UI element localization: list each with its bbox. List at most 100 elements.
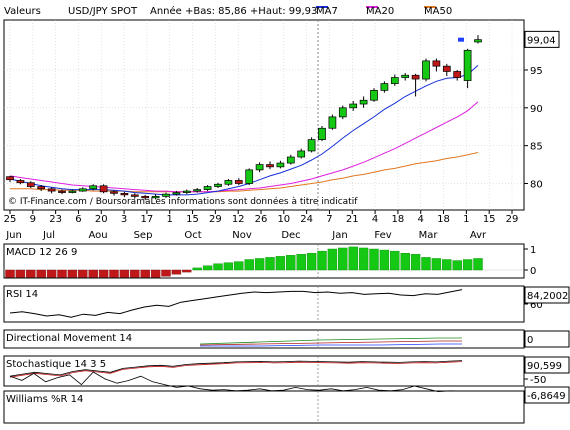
macd-bar-positive [192,267,202,271]
candle-up [182,190,191,193]
macd-bar-negative [98,269,109,278]
x-day-label: 24 [300,214,313,225]
stoch-last-value: 90,599 [527,361,562,372]
price-y-tick-label: 85 [530,142,543,153]
williams-y-tick-label: -50 [530,375,546,386]
candle-down [58,190,66,193]
macd-bar-negative [78,269,88,278]
macd-bar-positive [442,259,452,271]
x-month-label: Aou [88,230,107,241]
candle-up [318,127,326,140]
macd-bar-negative [119,269,130,278]
macd-bar-positive [348,246,358,271]
macd-bar-positive [431,258,442,271]
macd-bar-positive [421,257,431,271]
candle-down [411,74,420,80]
macd-bar-positive [327,248,338,271]
x-month-label: Dec [281,230,300,241]
candle-up [245,169,254,184]
macd-bar-positive [317,250,327,271]
candle-up [370,90,378,101]
candle-down [266,164,274,168]
macd-bar-positive [223,262,234,271]
macd-bar-positive [265,257,275,271]
candle-down [130,194,139,197]
macd-bar-positive [473,258,483,271]
x-day-label: 12 [232,214,245,225]
candle-up [401,74,410,78]
macd-bar-positive [452,260,462,271]
last-price-marker [458,37,464,42]
macd-bar-negative [130,269,140,278]
macd-bar-positive [379,249,390,271]
x-day-label: 9 [30,214,36,225]
x-day-label: 6 [75,214,81,225]
x-day-label: 25 [4,214,17,225]
rsi-panel-label: RSI 14 [6,289,38,300]
macd-bar-negative [140,269,150,278]
x-day-label: 10 [277,214,290,225]
williams-panel-label: Williams %R 14 [6,394,83,405]
macd-bar-negative [36,269,46,278]
macd-y-tick-label: 1 [530,245,536,256]
candle-down [26,182,35,187]
candle-up [214,183,222,187]
x-day-label: 21 [346,214,359,225]
macd-bar-positive [202,265,213,271]
macd-bar-positive [296,254,306,271]
candle-down [141,196,150,199]
candle-up [328,116,337,129]
macd-panel-label: MACD 12 26 9 [6,247,77,258]
candle-up [151,196,160,199]
macd-bar-positive [462,259,473,271]
x-day-label: 3 [121,214,127,225]
macd-bar-positive [286,255,296,271]
macd-bar-positive [244,259,254,271]
price-y-tick-label: 80 [530,180,543,191]
last-value-label: 99,04 [527,35,556,46]
macd-bar-negative [15,269,26,278]
x-day-label: 15 [483,214,496,225]
candle-up [255,164,264,171]
candle-up [307,139,316,152]
x-day-label: 4 [372,214,378,225]
candle-up [286,156,295,164]
x-day-label: 4 [418,214,424,225]
candle-up [463,49,472,81]
x-day-label: 15 [186,214,199,225]
macd-bar-positive [338,247,348,271]
candle-up [172,192,181,195]
x-month-label: Jul [42,230,55,241]
candle-down [37,186,46,190]
macd-bar-negative [88,269,98,278]
macd-bar-positive [306,252,317,271]
candle-down [47,188,56,192]
x-day-label: 18 [437,214,450,225]
candle-up [380,83,389,91]
macd-bar-negative [67,269,78,278]
candle-down [120,192,129,196]
x-day-label: 1 [167,214,173,225]
macd-bar-negative [171,269,182,275]
technical-chart: 95908580© IT-Finance.com / BoursoramaLes… [3,19,570,424]
candle-up [203,186,212,190]
rsi-panel-frame [3,285,525,323]
candle-up [359,99,368,105]
price-y-tick-label: 90 [530,104,543,115]
candle-up [162,193,170,197]
x-day-label: 23 [49,214,62,225]
candle-down [234,180,243,184]
candle-up [276,162,285,168]
x-month-label: Jun [5,230,22,241]
copyright-note: © IT-Finance.com / BoursoramaLes informa… [8,196,358,207]
macd-bar-positive [275,256,286,271]
macd-bar-negative [150,269,161,278]
x-day-label: 7 [326,214,332,225]
x-day-label: 26 [255,214,268,225]
candle-up [224,180,233,185]
macd-bar-positive [234,261,244,271]
x-day-label: 18 [392,214,405,225]
x-day-label: 20 [95,214,108,225]
x-month-label: Jan [331,230,347,241]
candle-down [6,176,14,181]
